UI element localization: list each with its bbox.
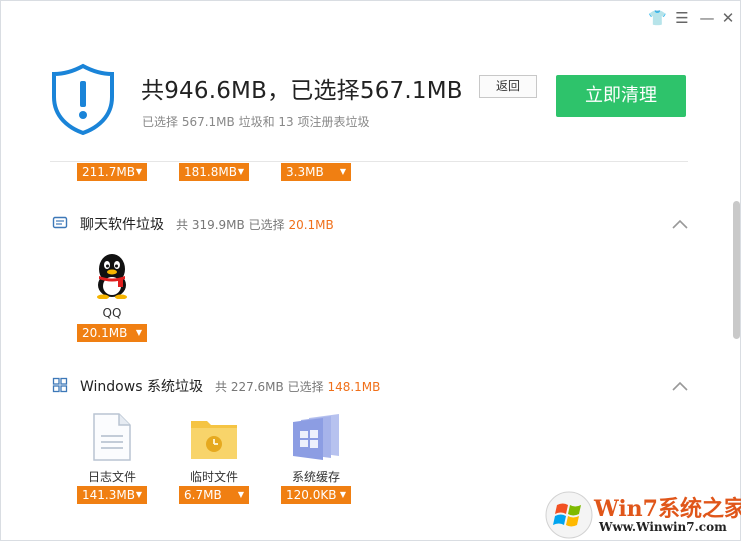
header-divider xyxy=(50,161,688,162)
cleanup-window: 👕 ☰ — ✕ 共946.6MB，已选择567.1MB 返回 立即清理 已选择 … xyxy=(0,0,741,541)
size-dropdown[interactable]: 141.3MB ▼ xyxy=(77,486,147,504)
section-total: 共 319.9MB xyxy=(176,218,245,232)
item-label: 系统缓存 xyxy=(291,470,340,484)
chevron-down-icon: ▼ xyxy=(135,328,142,337)
shield-alert-icon xyxy=(52,63,114,135)
section-total: 共 227.6MB xyxy=(215,380,284,394)
tshirt-icon[interactable]: 👕 xyxy=(648,9,667,27)
size-value: 211.7MB xyxy=(82,165,135,179)
section-title-chat: 聊天软件垃圾 xyxy=(80,217,164,233)
size-value: 181.8MB xyxy=(184,165,237,179)
watermark-url: Www.Winwin7.com xyxy=(599,520,727,534)
chevron-up-icon[interactable] xyxy=(670,379,690,393)
section-selected-label: 已选择 xyxy=(248,218,285,232)
size-dropdown[interactable]: 181.8MB ▼ xyxy=(179,163,249,181)
item-label: QQ xyxy=(102,306,122,320)
size-dropdown[interactable]: 20.1MB ▼ xyxy=(77,324,147,342)
chevron-down-icon: ▼ xyxy=(237,167,244,176)
section-title-windows: Windows 系统垃圾 xyxy=(80,379,203,395)
chevron-down-icon: ▼ xyxy=(339,167,346,176)
section-meta-chat: 共 319.9MB 已选择 20.1MB xyxy=(176,216,334,233)
item-label: 临时文件 xyxy=(189,470,238,484)
size-dropdown[interactable]: 211.7MB ▼ xyxy=(77,163,147,181)
windows-logo-icon xyxy=(545,491,593,539)
document-icon xyxy=(93,413,131,461)
minimize-icon[interactable]: — xyxy=(698,9,716,27)
watermark-title: Win7系统之家 xyxy=(594,496,741,522)
back-button[interactable]: 返回 xyxy=(479,75,537,98)
page-title: 共946.6MB，已选择567.1MB xyxy=(141,78,463,104)
folder-clock-icon xyxy=(191,421,237,459)
menu-icon[interactable]: ☰ xyxy=(673,9,691,27)
section-selected-label: 已选择 xyxy=(287,380,324,394)
size-value: 120.0KB xyxy=(286,488,337,502)
close-icon[interactable]: ✕ xyxy=(719,9,737,27)
section-meta-windows: 共 227.6MB 已选择 148.1MB xyxy=(215,378,380,395)
chat-icon xyxy=(52,216,68,229)
chevron-down-icon: ▼ xyxy=(135,490,142,499)
size-value: 20.1MB xyxy=(82,326,128,340)
chevron-down-icon: ▼ xyxy=(339,490,346,499)
chevron-down-icon: ▼ xyxy=(237,490,244,499)
size-value: 3.3MB xyxy=(286,165,324,179)
scrollbar-thumb[interactable] xyxy=(733,201,740,339)
chevron-up-icon[interactable] xyxy=(670,217,690,231)
item-label: 日志文件 xyxy=(87,470,136,484)
size-dropdown[interactable]: 120.0KB ▼ xyxy=(281,486,351,504)
qq-penguin-icon xyxy=(97,254,127,299)
size-value: 141.3MB xyxy=(82,488,135,502)
windows-icon xyxy=(52,377,68,393)
chevron-down-icon: ▼ xyxy=(135,167,142,176)
selection-summary: 已选择 567.1MB 垃圾和 13 项注册表垃圾 xyxy=(142,115,370,129)
section-selected-value: 148.1MB xyxy=(327,380,381,394)
clean-now-button[interactable]: 立即清理 xyxy=(556,75,686,117)
system-cache-icon xyxy=(293,414,339,460)
size-dropdown[interactable]: 3.3MB ▼ xyxy=(281,163,351,181)
size-value: 6.7MB xyxy=(184,488,222,502)
size-dropdown[interactable]: 6.7MB ▼ xyxy=(179,486,249,504)
section-selected-value: 20.1MB xyxy=(288,218,334,232)
